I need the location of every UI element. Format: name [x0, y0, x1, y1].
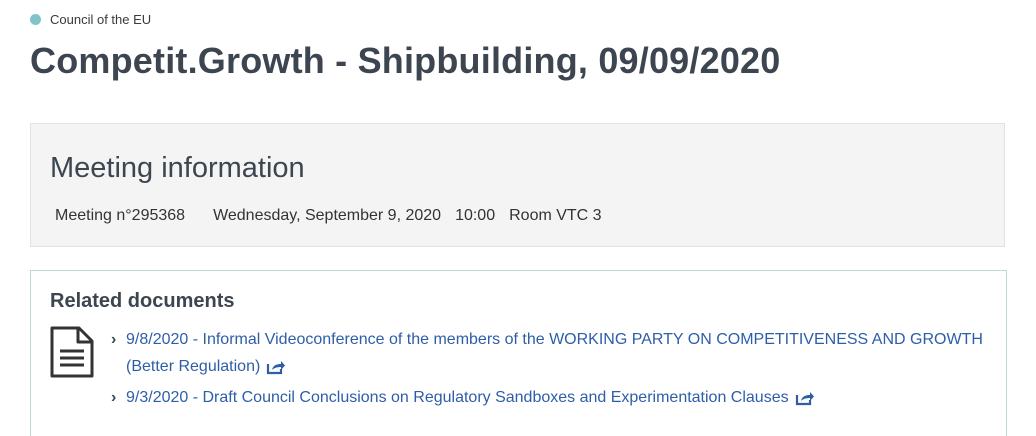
organization-label: Council of the EU	[30, 12, 151, 27]
meeting-room: Room VTC 3	[509, 207, 602, 224]
document-link-text[interactable]: 9/3/2020 - Draft Council Conclusions on …	[126, 389, 789, 406]
page: Council of the EU Competit.Growth - Ship…	[0, 0, 1036, 436]
meeting-details: Meeting n°295368 Wednesday, September 9,…	[55, 207, 616, 225]
meeting-information-heading: Meeting information	[50, 152, 305, 184]
document-link-2[interactable]: › 9/3/2020 - Draft Council Conclusions o…	[111, 384, 991, 411]
related-documents-panel: Related documents › 9/8/2020 - Informal …	[30, 270, 1007, 436]
related-documents-heading: Related documents	[50, 290, 235, 312]
external-link-icon[interactable]	[795, 390, 815, 406]
meeting-information-panel: Meeting information Meeting n°295368 Wed…	[30, 123, 1005, 247]
meeting-number: Meeting n°295368	[55, 207, 186, 224]
organization-dot-icon	[30, 14, 41, 25]
related-documents-list: › 9/8/2020 - Informal Videoconference of…	[111, 326, 991, 415]
meeting-time: 10:00	[455, 207, 496, 224]
organization-name: Council of the EU	[50, 12, 152, 27]
document-link-text[interactable]: 9/8/2020 - Informal Videoconference of t…	[126, 331, 983, 375]
document-link-1[interactable]: › 9/8/2020 - Informal Videoconference of…	[111, 326, 991, 380]
chevron-right-icon: ›	[111, 389, 117, 406]
page-title: Competit.Growth - Shipbuilding, 09/09/20…	[30, 40, 781, 81]
external-link-icon[interactable]	[266, 359, 286, 375]
chevron-right-icon: ›	[111, 331, 117, 348]
meeting-date: Wednesday, September 9, 2020	[213, 207, 442, 224]
document-icon	[50, 326, 94, 378]
